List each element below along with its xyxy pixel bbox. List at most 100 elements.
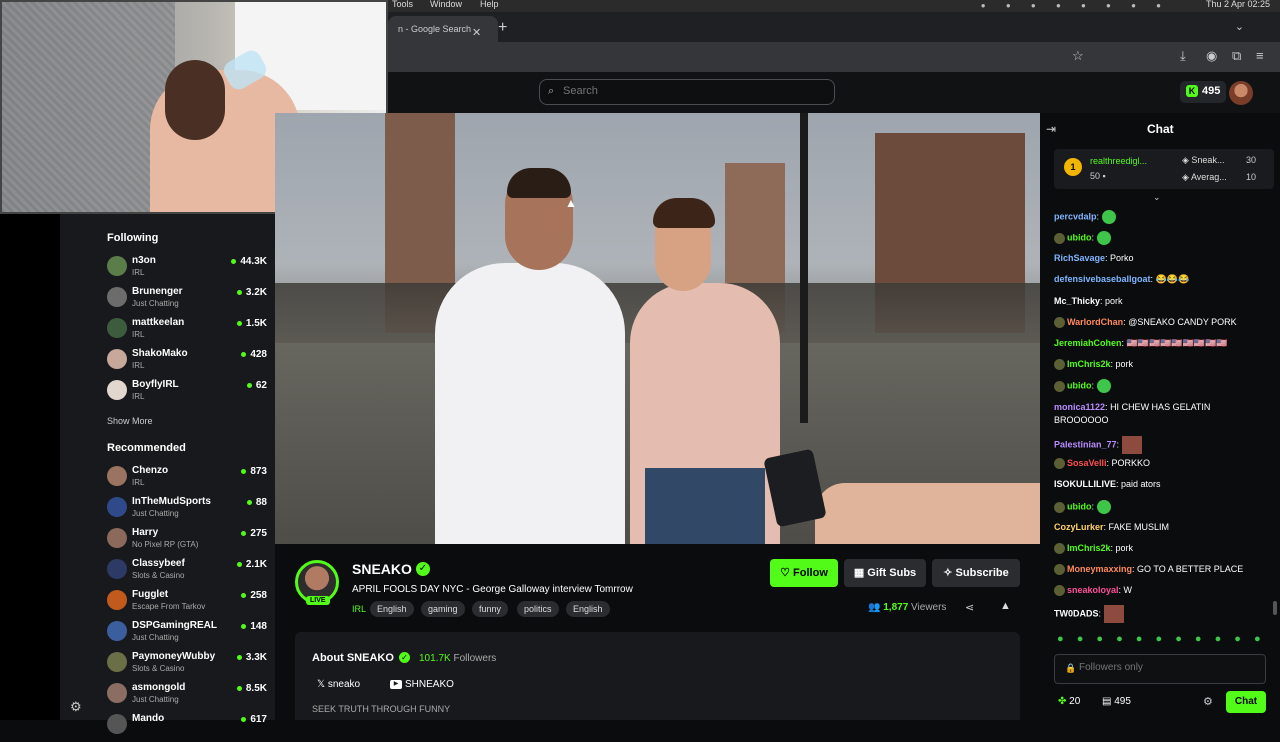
- chat-username[interactable]: TW0DADS: [1054, 608, 1099, 618]
- stream-title: APRIL FOOLS DAY NYC - George Galloway in…: [352, 584, 633, 595]
- tag[interactable]: funny: [472, 601, 509, 617]
- browser-menu-icon[interactable]: ≡: [1256, 48, 1264, 63]
- search-box[interactable]: ⌕: [539, 79, 835, 105]
- viewer-count: 275: [241, 528, 267, 539]
- profile-icon[interactable]: ◉: [1206, 48, 1217, 64]
- chat-message: percvdalp:: [1054, 210, 1264, 224]
- chat-username[interactable]: CozyLurker: [1054, 522, 1104, 532]
- expand-pinned-icon[interactable]: ⌄: [1153, 192, 1161, 203]
- chat-username[interactable]: RichSavage: [1054, 253, 1105, 263]
- chat-scrollbar[interactable]: [1273, 601, 1277, 615]
- tab-close-icon[interactable]: ✕: [472, 26, 481, 39]
- sidebar-channel-following-2[interactable]: mattkeelan IRL 1.5K: [107, 316, 267, 346]
- badge-icon: [1054, 501, 1065, 513]
- chat-username[interactable]: ubido: [1067, 380, 1092, 390]
- share-icon[interactable]: ⋖: [965, 601, 974, 614]
- channel-avatar: [107, 349, 127, 369]
- report-icon[interactable]: ▲: [1000, 600, 1011, 612]
- chat-input-box[interactable]: 🔒: [1054, 654, 1266, 684]
- sidebar-channel-following-0[interactable]: n3on IRL 44.3K: [107, 254, 267, 284]
- chat-message: ubido:: [1054, 231, 1264, 245]
- live-badge: LIVE: [306, 596, 330, 605]
- tag[interactable]: English: [370, 601, 414, 617]
- channel-name[interactable]: SNEAKO: [352, 561, 412, 577]
- new-tab-icon[interactable]: +: [498, 19, 507, 37]
- chat-username[interactable]: Moneymaxxing: [1067, 564, 1132, 574]
- chat-input[interactable]: [1079, 662, 1259, 673]
- pinned-gifts[interactable]: 1 realthreedigl... 50 ▪ ◈ Sneak... 30 ◈ …: [1054, 149, 1274, 189]
- sidebar-channel-following-1[interactable]: Brunenger Just Chatting 3.2K: [107, 285, 267, 315]
- tag[interactable]: English: [566, 601, 610, 617]
- sidebar-channel-recommended-8[interactable]: Mando 617: [107, 712, 267, 742]
- channel-name: Harry: [132, 527, 159, 538]
- chat-username[interactable]: sneakoloyal: [1067, 585, 1119, 595]
- chat-username[interactable]: Palestinian_77: [1054, 439, 1117, 449]
- channel-name: PaymoneyWubby: [132, 651, 216, 662]
- sidebar-channel-recommended-3[interactable]: Classybeef Slots & Casino 2.1K: [107, 557, 267, 587]
- tag[interactable]: politics: [517, 601, 559, 617]
- chat-message: monica1122: HI CHEW HAS GELATIN BROOOOOO: [1054, 402, 1211, 425]
- viewer-count: 2.1K: [237, 559, 267, 570]
- chat-text: paid ators: [1121, 479, 1161, 489]
- follow-button[interactable]: ♡ Follow: [770, 559, 838, 587]
- bookmark-star-icon[interactable]: ☆: [1072, 48, 1084, 64]
- sidebar-channel-recommended-2[interactable]: Harry No Pixel RP (GTA) 275: [107, 526, 267, 556]
- chat-username[interactable]: JeremiahCohen: [1054, 338, 1122, 348]
- menu-window[interactable]: Window: [430, 0, 462, 9]
- chat-username[interactable]: WarlordChan: [1067, 317, 1123, 327]
- social-link-x[interactable]: 𝕏 sneako: [317, 679, 360, 690]
- leader-1: ◈ Sneak...: [1182, 155, 1225, 165]
- chat-username[interactable]: ISOKULLILIVE: [1054, 479, 1116, 489]
- sidebar-channel-recommended-1[interactable]: InTheMudSports Just Chatting 88: [107, 495, 267, 525]
- sidebar-channel-following-3[interactable]: ShakoMako IRL 428: [107, 347, 267, 377]
- sidebar: Following n3on IRL 44.3K Brunenger Just Chat…: [60, 214, 275, 734]
- chat-message: Moneymaxxing: GO TO A BETTER PLACE: [1054, 563, 1264, 576]
- points-badge[interactable]: K 495: [1180, 81, 1226, 103]
- menu-help[interactable]: Help: [480, 0, 499, 9]
- chat-username[interactable]: ubido: [1067, 232, 1092, 242]
- chat-username[interactable]: ubido: [1067, 501, 1092, 511]
- tag[interactable]: gaming: [421, 601, 465, 617]
- chat-username[interactable]: Mc_Thicky: [1054, 296, 1100, 306]
- sidebar-channel-recommended-5[interactable]: DSPGamingREAL Just Chatting 148: [107, 619, 267, 649]
- browser-tab[interactable]: n - Google Search: [388, 16, 498, 42]
- channel-category: Just Chatting: [132, 695, 179, 704]
- leader-2: ◈ Averag...: [1182, 172, 1227, 182]
- sidebar-channel-recommended-6[interactable]: PaymoneyWubby Slots & Casino 3.3K: [107, 650, 267, 680]
- collapse-chat-icon[interactable]: ⇥: [1046, 122, 1056, 136]
- chat-settings-icon[interactable]: ⚙: [1203, 695, 1213, 708]
- tab-list-chevron-icon[interactable]: ⌄: [1235, 20, 1244, 33]
- subscribe-button[interactable]: ✧ Subscribe: [932, 559, 1020, 587]
- video-player[interactable]: ▲: [275, 113, 1040, 544]
- download-icon[interactable]: ⤓: [1180, 48, 1186, 64]
- social-link-youtube[interactable]: ▶ SHNEAKO: [390, 679, 454, 690]
- emote-bar[interactable]: ● ● ● ● ● ● ● ● ● ● ●: [1057, 633, 1266, 645]
- show-more-link[interactable]: Show More: [107, 416, 153, 426]
- sidebar-channel-following-4[interactable]: BoyflyIRL IRL 62: [107, 378, 267, 408]
- search-input[interactable]: [563, 85, 823, 97]
- menu-tools[interactable]: Tools: [392, 0, 413, 9]
- chat-send-button[interactable]: Chat: [1226, 691, 1266, 713]
- sidebar-channel-recommended-7[interactable]: asmongold Just Chatting 8.5K: [107, 681, 267, 711]
- chat-username[interactable]: defensivebaseballgoat: [1054, 274, 1151, 284]
- kicks-balance[interactable]: ▤ 495: [1102, 696, 1131, 707]
- chat-username[interactable]: SosaVelli: [1067, 458, 1107, 468]
- channel-category: IRL: [132, 392, 145, 401]
- extensions-icon[interactable]: ⧉: [1232, 48, 1241, 64]
- channel-points[interactable]: ✤ 20: [1058, 696, 1080, 707]
- settings-gear-icon[interactable]: ⚙: [70, 699, 82, 715]
- chat-username[interactable]: percvdalp: [1054, 211, 1097, 221]
- chat-username[interactable]: ImChris2k: [1067, 359, 1111, 369]
- channel-category: Slots & Casino: [132, 571, 185, 580]
- viewer-count: 1.5K: [237, 318, 267, 329]
- chat-username[interactable]: monica1122: [1054, 402, 1105, 412]
- sidebar-channel-recommended-0[interactable]: Chenzo IRL 873: [107, 464, 267, 494]
- viewer-count: 3.2K: [237, 287, 267, 298]
- chat-username[interactable]: ImChris2k: [1067, 543, 1111, 553]
- user-avatar[interactable]: [1229, 81, 1253, 105]
- sidebar-channel-recommended-4[interactable]: Fugglet Escape From Tarkov 258: [107, 588, 267, 618]
- badge-icon: [1054, 458, 1065, 470]
- category-link[interactable]: IRL: [352, 604, 366, 614]
- emote-icon: [1096, 231, 1111, 245]
- gift-subs-button[interactable]: ▦ Gift Subs: [844, 559, 926, 587]
